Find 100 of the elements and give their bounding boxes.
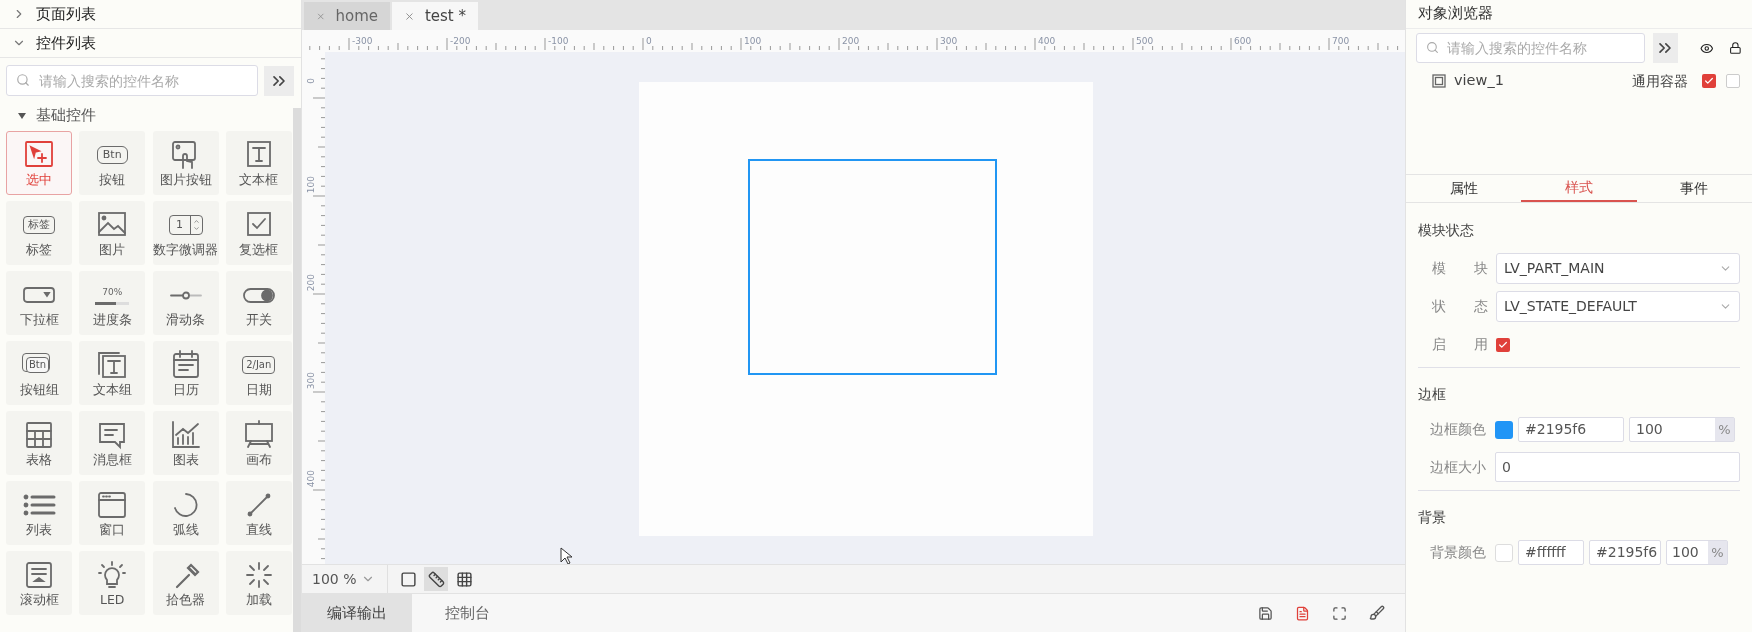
search-field[interactable]: 请输入搜索的控件名称 bbox=[1416, 33, 1645, 63]
widget-tile[interactable]: 窗口 bbox=[79, 481, 146, 545]
widget-tile[interactable]: 图片 bbox=[79, 201, 146, 265]
widget-tile[interactable]: 1 数字微调器 bbox=[152, 201, 219, 265]
ruler-label: 300 bbox=[306, 372, 316, 390]
property-tab[interactable]: 属性 bbox=[1406, 175, 1522, 202]
ruler-icon[interactable] bbox=[424, 567, 448, 591]
percent-suffix: % bbox=[1715, 418, 1734, 441]
gradient-color-field[interactable]: #2195f6 bbox=[1589, 540, 1661, 565]
widget-tile[interactable]: 加载 bbox=[225, 551, 292, 615]
output-tab[interactable]: 编译输出 bbox=[302, 594, 412, 632]
widget-tile[interactable]: 直线 bbox=[225, 481, 292, 545]
editor-tab[interactable]: home bbox=[304, 2, 390, 30]
widget-label: LED bbox=[100, 592, 125, 608]
ruler-label: -100 bbox=[548, 36, 569, 46]
ruler-label: 400 bbox=[1038, 36, 1056, 46]
widget-label: 滚动框 bbox=[19, 592, 59, 608]
widget-label: 进度条 bbox=[92, 312, 132, 328]
widget-tile[interactable]: 消息框 bbox=[79, 411, 146, 475]
widget-icon bbox=[169, 290, 202, 300]
ruler-label: 300 bbox=[940, 36, 958, 46]
widget-label: 日历 bbox=[172, 382, 199, 398]
container-widget[interactable] bbox=[748, 159, 997, 375]
search-field[interactable]: 请输入搜索的控件名称 bbox=[6, 65, 258, 96]
widget-label: 弧线 bbox=[172, 522, 199, 538]
widget-tile[interactable]: 2/Jan 日期 bbox=[225, 341, 292, 405]
widget-label: 滑动条 bbox=[166, 312, 205, 328]
checkbox[interactable] bbox=[1496, 337, 1510, 352]
expand-button[interactable] bbox=[264, 65, 294, 96]
widget-label: 列表 bbox=[26, 522, 52, 538]
section-header[interactable]: 控件列表 bbox=[0, 29, 301, 58]
widget-type: 通用容器 bbox=[1632, 71, 1688, 91]
property-tab[interactable]: 样式 bbox=[1521, 175, 1637, 202]
ruler-label: 100 bbox=[744, 36, 762, 46]
widget-tile[interactable]: 图片按钮 bbox=[152, 131, 219, 195]
widget-icon: 1 bbox=[168, 215, 203, 235]
property-tab[interactable]: 事件 bbox=[1636, 175, 1752, 202]
ruler-label: 200 bbox=[842, 36, 860, 46]
widget-tile[interactable]: 文本组 bbox=[79, 341, 146, 405]
section-header[interactable]: 页面列表 bbox=[0, 0, 301, 29]
field-label: 状 bbox=[1432, 297, 1446, 316]
opacity-field[interactable]: 100 % bbox=[1629, 417, 1735, 442]
widget-tile[interactable]: LED bbox=[79, 551, 146, 615]
document-icon[interactable] bbox=[1295, 605, 1310, 621]
expand-button[interactable] bbox=[1653, 33, 1678, 63]
widget-label: 加载 bbox=[245, 592, 272, 608]
size-field[interactable]: 0 bbox=[1495, 452, 1740, 482]
widget-tile[interactable]: 列表 bbox=[6, 481, 72, 545]
ruler-label: 100 bbox=[306, 176, 316, 194]
section-title: 边框 bbox=[1418, 385, 1447, 404]
widget-tile[interactable]: 滑动条 bbox=[152, 271, 219, 335]
ruler-label: -300 bbox=[352, 36, 373, 46]
checkbox[interactable] bbox=[1726, 74, 1740, 88]
widget-tile[interactable]: 滚动框 bbox=[6, 551, 72, 615]
widget-label: 消息框 bbox=[92, 452, 132, 468]
widget-label: 窗口 bbox=[99, 522, 126, 538]
widget-tile[interactable]: 文本框 bbox=[225, 131, 292, 195]
color-swatch[interactable] bbox=[1495, 543, 1513, 562]
widget-tile[interactable]: 70% 进度条 bbox=[79, 271, 146, 335]
fullscreen-icon[interactable] bbox=[1332, 605, 1347, 621]
tab-label: home bbox=[335, 5, 378, 27]
widget-tile[interactable]: Btn 按钮组 bbox=[6, 341, 72, 405]
widget-tile[interactable]: 日历 bbox=[152, 341, 219, 405]
color-swatch[interactable] bbox=[1495, 420, 1513, 439]
field-label: 态 bbox=[1474, 297, 1488, 316]
editor-tab[interactable]: test * bbox=[392, 2, 478, 30]
ruler-label: 0 bbox=[306, 78, 316, 84]
widget-label: 表格 bbox=[26, 452, 52, 468]
widget-tile[interactable]: 弧线 bbox=[152, 481, 219, 545]
widget-tile[interactable]: 拾色器 bbox=[152, 551, 219, 615]
state-select[interactable]: LV_STATE_DEFAULT bbox=[1496, 291, 1740, 322]
widget-tile[interactable]: 开关 bbox=[225, 271, 292, 335]
opacity-field[interactable]: 100 % bbox=[1666, 540, 1728, 565]
save-icon[interactable] bbox=[1258, 605, 1273, 621]
widget-tile[interactable]: 复选框 bbox=[225, 201, 292, 265]
part-select[interactable]: LV_PART_MAIN bbox=[1496, 253, 1740, 284]
widget-tile[interactable]: Btn 按钮 bbox=[79, 131, 146, 195]
widget-tile[interactable]: 表格 bbox=[6, 411, 72, 475]
group-header[interactable]: 基础控件 bbox=[0, 102, 293, 130]
field-label: 边框大小 bbox=[1429, 457, 1486, 477]
color-field[interactable]: #2195f6 bbox=[1518, 417, 1624, 442]
color-field[interactable]: #ffffff bbox=[1518, 540, 1584, 565]
panel-title: 对象浏览器 bbox=[1418, 4, 1493, 24]
ruler-label: 400 bbox=[306, 470, 316, 488]
widget-tile[interactable]: 图表 bbox=[152, 411, 219, 475]
tree-item[interactable]: view_1 通用容器 bbox=[1406, 69, 1752, 93]
ruler-label: 200 bbox=[306, 274, 316, 292]
widget-tile[interactable]: 标签 标签 bbox=[6, 201, 72, 265]
search-icon bbox=[1426, 41, 1439, 54]
checkbox[interactable] bbox=[1702, 74, 1716, 88]
widget-tile[interactable]: 下拉框 bbox=[6, 271, 72, 335]
field-label: 启 bbox=[1432, 335, 1446, 354]
check-icon bbox=[1704, 76, 1714, 86]
widget-label: 复选框 bbox=[239, 242, 279, 258]
widget-tile[interactable]: 选中 bbox=[6, 131, 72, 195]
widget-tile[interactable]: 画布 bbox=[225, 411, 292, 475]
lock-icon[interactable] bbox=[1729, 40, 1742, 56]
scrollbar[interactable] bbox=[293, 108, 301, 632]
widget-label: 标签 bbox=[26, 242, 52, 258]
brush-icon[interactable] bbox=[1369, 605, 1385, 621]
